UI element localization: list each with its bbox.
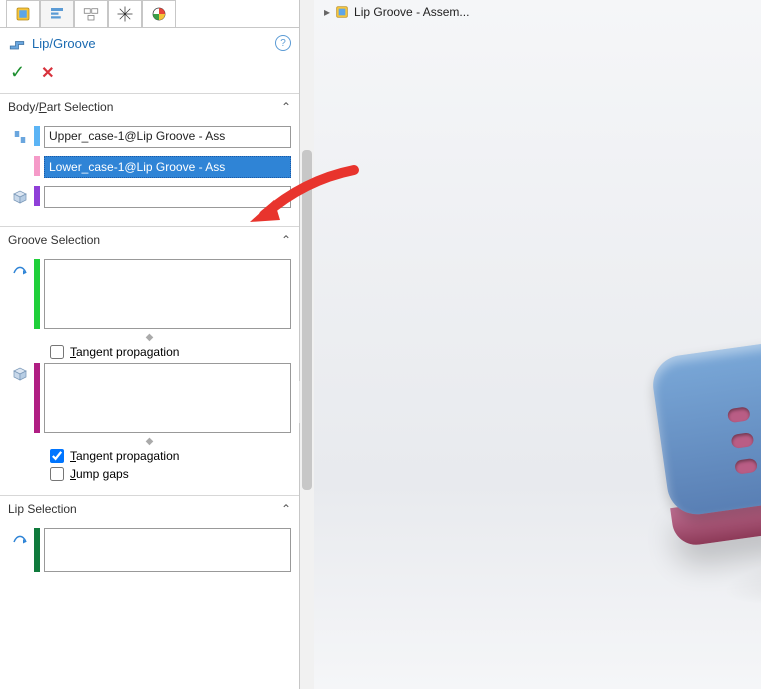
groove-edge-icon bbox=[8, 259, 32, 279]
tab-dimxpert[interactable] bbox=[108, 0, 142, 27]
swatch-groove-body bbox=[34, 156, 40, 176]
groove-face-icon bbox=[8, 363, 32, 383]
breadcrumb-label: Lip Groove - Assem... bbox=[354, 5, 469, 19]
tangent-propagation-1-label: Tangent propagation bbox=[70, 345, 179, 359]
lip-body-field[interactable]: Upper_case-1@Lip Groove - Ass bbox=[44, 126, 291, 148]
swatch-groove-faces bbox=[34, 363, 40, 433]
panel-scrollbar-track[interactable] bbox=[300, 0, 314, 689]
tangent-propagation-1-checkbox[interactable] bbox=[50, 345, 64, 359]
swatch-groove-edges bbox=[34, 259, 40, 329]
tangent-propagation-2-checkbox[interactable] bbox=[50, 449, 64, 463]
graphics-viewport[interactable]: ▸ Lip Groove - Assem... bbox=[314, 0, 761, 689]
jump-gaps-label: Jump gaps bbox=[70, 467, 129, 481]
jump-gaps-checkbox[interactable] bbox=[50, 467, 64, 481]
swatch-body bbox=[34, 186, 40, 206]
cancel-button[interactable]: ✕ bbox=[41, 63, 54, 83]
ok-button[interactable]: ✓ bbox=[10, 62, 25, 83]
chevron-right-icon: ▸ bbox=[324, 5, 330, 19]
swatch-lip-body bbox=[34, 126, 40, 146]
assembly-icon bbox=[334, 4, 350, 20]
feature-title: Lip/Groove bbox=[32, 36, 96, 51]
swatch-lip-edges bbox=[34, 528, 40, 572]
property-manager-panel: Lip/Groove ? ✓ ✕ Body/Part Selection ⌃ U… bbox=[0, 0, 300, 689]
lip-groove-icon bbox=[8, 34, 26, 52]
section-groove: ◆ Tangent propagation ◆ Tangent propagat… bbox=[0, 253, 299, 495]
lip-edges-list[interactable] bbox=[44, 528, 291, 572]
section-title-body-part: Body/Part Selection bbox=[8, 100, 113, 114]
section-title-groove: Groove Selection bbox=[8, 233, 100, 247]
groove-body-field[interactable]: Lower_case-1@Lip Groove - Ass bbox=[44, 156, 291, 178]
tangent-propagation-2-label: Tangent propagation bbox=[70, 449, 179, 463]
collapse-icon[interactable]: ⌃ bbox=[281, 502, 291, 516]
section-title-lip: Lip Selection bbox=[8, 502, 77, 516]
feature-manager-tabs bbox=[0, 0, 299, 28]
groove-edges-list[interactable] bbox=[44, 259, 291, 329]
section-body-part: Upper_case-1@Lip Groove - Ass Lower_case… bbox=[0, 120, 299, 226]
tab-display-manager[interactable] bbox=[142, 0, 176, 27]
confirm-bar: ✓ ✕ bbox=[0, 58, 299, 93]
tab-configuration-manager[interactable] bbox=[74, 0, 108, 27]
section-head-groove[interactable]: Groove Selection ⌃ bbox=[0, 226, 299, 253]
section-head-body-part[interactable]: Body/Part Selection ⌃ bbox=[0, 93, 299, 120]
lip-body-icon bbox=[8, 126, 32, 146]
list-resize-grip[interactable]: ◆ bbox=[8, 333, 291, 341]
lip-edge-icon bbox=[8, 528, 32, 548]
section-head-lip[interactable]: Lip Selection ⌃ bbox=[0, 495, 299, 522]
panel-scrollbar-thumb[interactable] bbox=[302, 150, 312, 490]
help-icon[interactable]: ? bbox=[275, 35, 291, 51]
body-field[interactable] bbox=[44, 186, 291, 208]
collapse-icon[interactable]: ⌃ bbox=[281, 233, 291, 247]
tab-feature-tree[interactable] bbox=[6, 0, 40, 27]
groove-faces-list[interactable] bbox=[44, 363, 291, 433]
section-lip bbox=[0, 522, 299, 590]
groove-body-icon-slot bbox=[8, 156, 32, 158]
body-icon bbox=[8, 186, 32, 206]
collapse-icon[interactable]: ⌃ bbox=[281, 100, 291, 114]
flyout-feature-tree[interactable]: ▸ Lip Groove - Assem... bbox=[324, 4, 469, 20]
model-render bbox=[625, 270, 761, 630]
list-resize-grip-2[interactable]: ◆ bbox=[8, 437, 291, 445]
feature-header: Lip/Groove ? bbox=[0, 28, 299, 58]
tab-property-manager[interactable] bbox=[40, 0, 74, 27]
